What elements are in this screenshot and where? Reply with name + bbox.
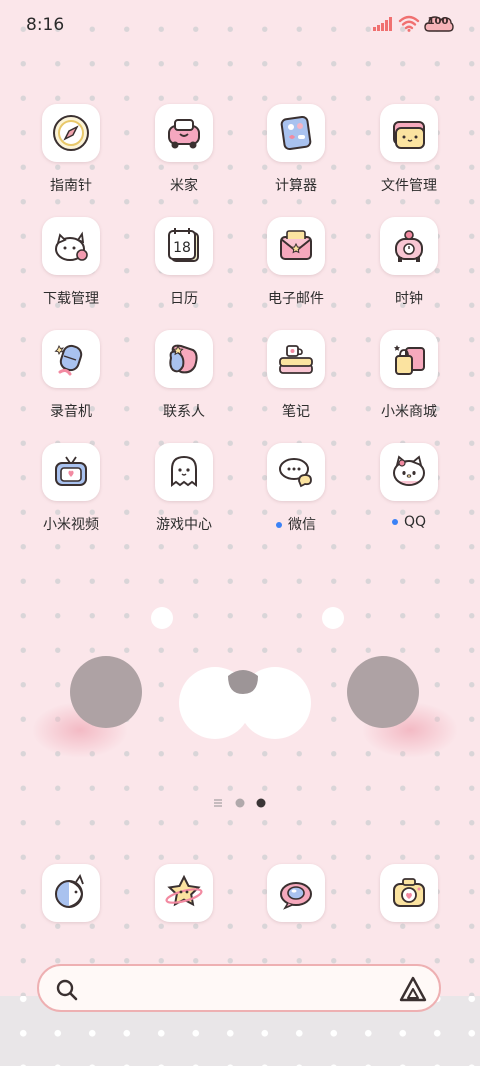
app-calendar[interactable]: 18 日历 (134, 217, 234, 308)
app-label: 下载管理 (43, 291, 99, 307)
compass-icon (53, 115, 89, 151)
app-tile[interactable] (42, 104, 100, 162)
download-manager-icon (55, 231, 88, 261)
wallpaper-face-illustration (32, 607, 458, 758)
app-label: 时钟 (395, 291, 423, 307)
clock-icon (395, 230, 423, 262)
app-tile[interactable] (380, 443, 438, 501)
battery-level: 100 (427, 16, 449, 27)
dock-tile[interactable] (42, 864, 100, 922)
qq-icon (393, 455, 425, 486)
app-tile[interactable] (155, 443, 213, 501)
app-clock[interactable]: 时钟 (359, 217, 459, 308)
game-center-icon (171, 455, 197, 487)
signal-icon (373, 17, 392, 31)
app-tile[interactable] (42, 330, 100, 388)
dock-tile[interactable] (267, 864, 325, 922)
dock-app-browser[interactable] (246, 864, 346, 922)
app-label: 小米商城 (381, 404, 437, 420)
app-email[interactable]: 电子邮件 (246, 217, 346, 308)
app-tile[interactable] (155, 330, 213, 388)
notes-icon (279, 345, 313, 374)
file-manager-icon (393, 121, 425, 149)
app-tile[interactable] (42, 443, 100, 501)
app-tile[interactable] (380, 330, 438, 388)
app-label: 笔记 (282, 404, 310, 420)
app-tile[interactable] (155, 104, 213, 162)
app-label: 游戏中心 (156, 517, 212, 533)
app-tile[interactable]: 18 (155, 217, 213, 275)
dock-tile[interactable] (380, 864, 438, 922)
app-label: 米家 (170, 178, 198, 194)
calendar-icon: 18 (168, 228, 199, 262)
mi-store-icon (394, 345, 425, 375)
app-label-text: QQ (403, 514, 427, 530)
app-wechat[interactable]: 微信 (246, 443, 346, 534)
email-icon (280, 230, 312, 260)
app-label: QQ (359, 514, 459, 530)
new-badge-dot (276, 522, 282, 528)
phone-icon (55, 874, 84, 908)
app-game-center[interactable]: 游戏中心 (134, 443, 234, 534)
assistant-icon[interactable] (399, 976, 427, 1002)
browser-icon (280, 882, 312, 910)
app-notes[interactable]: 笔记 (246, 330, 346, 421)
app-tile[interactable] (267, 104, 325, 162)
status-bar: 8:16 100 (0, 0, 480, 50)
mijia-icon (168, 119, 200, 149)
app-qq[interactable]: QQ (359, 443, 459, 530)
app-label: 微信 (246, 514, 346, 534)
app-compass[interactable]: 指南针 (21, 104, 121, 195)
dock-tile[interactable] (155, 864, 213, 922)
app-tile[interactable] (42, 217, 100, 275)
app-tile[interactable] (267, 443, 325, 501)
status-time: 8:16 (26, 15, 65, 35)
app-label: 文件管理 (381, 178, 437, 194)
app-tile[interactable] (267, 330, 325, 388)
calculator-icon (280, 115, 312, 151)
app-contacts[interactable]: 联系人 (134, 330, 234, 421)
page-indicator[interactable] (210, 796, 280, 810)
search-icon[interactable] (55, 978, 79, 1002)
app-recorder[interactable]: 录音机 (21, 330, 121, 421)
app-label: 小米视频 (43, 517, 99, 533)
new-badge-dot (391, 519, 398, 525)
app-tile[interactable] (380, 104, 438, 162)
messages-icon (165, 874, 203, 907)
app-download-manager[interactable]: 下载管理 (21, 217, 121, 308)
mi-video-icon (55, 456, 87, 486)
app-mi-video[interactable]: 小米视频 (21, 443, 121, 534)
app-file-manager[interactable]: 文件管理 (359, 104, 459, 195)
app-mi-store[interactable]: 小米商城 (359, 330, 459, 421)
app-label: 录音机 (50, 404, 92, 420)
app-tile[interactable] (267, 217, 325, 275)
dock-app-messages[interactable] (134, 864, 234, 922)
wifi-icon (398, 15, 420, 32)
app-label: 指南针 (50, 178, 92, 194)
app-tile[interactable] (380, 217, 438, 275)
app-label: 日历 (170, 291, 198, 307)
app-mijia[interactable]: 米家 (134, 104, 234, 195)
wechat-icon (279, 458, 312, 488)
calendar-date: 18 (173, 240, 191, 256)
contacts-icon (169, 344, 198, 374)
recorder-icon (54, 344, 83, 376)
app-label: 联系人 (163, 404, 205, 420)
camera-icon (393, 878, 425, 907)
app-label-text: 微信 (288, 517, 316, 533)
dock-app-phone[interactable] (21, 864, 121, 922)
app-label: 计算器 (275, 178, 317, 194)
search-bar[interactable] (37, 964, 441, 1012)
app-label: 电子邮件 (268, 291, 324, 307)
dock-app-camera[interactable] (359, 864, 459, 922)
app-calculator[interactable]: 计算器 (246, 104, 346, 195)
